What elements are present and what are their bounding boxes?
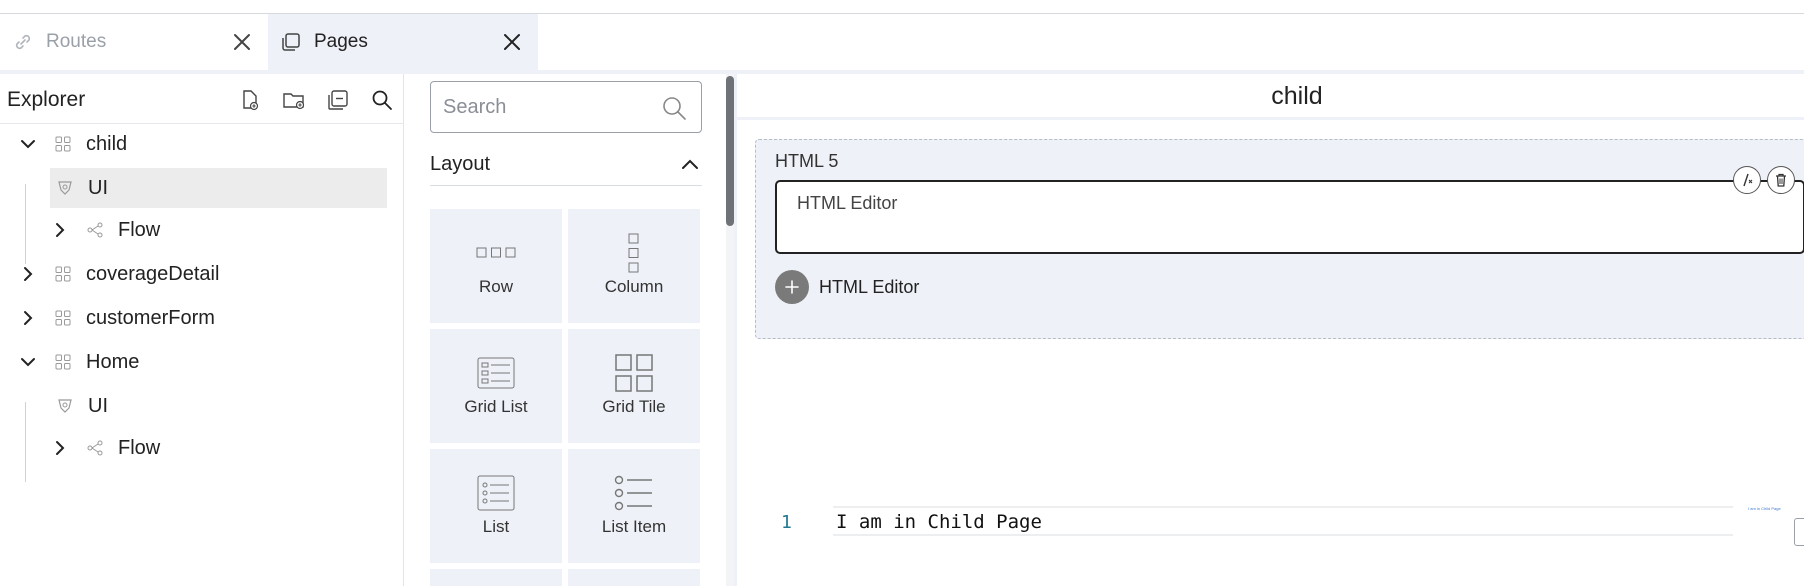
widget-tile-list-item[interactable]: List Item xyxy=(568,449,700,563)
widget-search-input[interactable] xyxy=(443,95,643,119)
list-item-icon xyxy=(614,471,654,515)
tree-item-label: UI xyxy=(88,394,108,417)
chevron-right-icon[interactable] xyxy=(48,436,72,460)
search-icon[interactable] xyxy=(360,86,404,114)
add-html-editor-label: HTML Editor xyxy=(819,276,920,297)
chevron-right-icon[interactable] xyxy=(48,218,72,242)
collapse-all-icon[interactable] xyxy=(316,86,360,114)
tree-item-label: coverageDetail xyxy=(86,262,220,285)
tab-pages-label: Pages xyxy=(314,31,368,52)
html-editor-box[interactable]: HTML Editor xyxy=(775,180,1804,254)
tile-label: Grid Tile xyxy=(602,397,666,416)
widget-search-box xyxy=(430,81,702,133)
column-icon xyxy=(627,231,641,275)
tab-pages[interactable]: Pages xyxy=(268,14,538,70)
tree-item-label: Flow xyxy=(118,436,161,459)
component-label: HTML 5 xyxy=(775,151,839,171)
chevron-right-icon[interactable] xyxy=(16,262,40,286)
flow-icon xyxy=(86,221,104,239)
tree-item-child[interactable]: child xyxy=(16,124,386,164)
grid-tile-icon xyxy=(615,351,653,395)
page-grid-icon xyxy=(54,135,72,153)
canvas-header: child xyxy=(737,74,1804,120)
tree-guide xyxy=(25,402,26,482)
tile-label: Row xyxy=(478,277,513,296)
tree-item-label: child xyxy=(86,132,128,155)
explorer-panel: Explorer child UI Flow coverageDetail cu… xyxy=(0,74,404,586)
widget-tile-grid-tile[interactable]: Grid Tile xyxy=(568,329,700,443)
tab-bar: Routes Pages xyxy=(0,14,1804,70)
code-line[interactable]: I am in Child Page xyxy=(836,511,1042,533)
grid-list-icon xyxy=(477,351,515,395)
window-top-border xyxy=(0,0,1804,14)
edit-code-icon[interactable] xyxy=(1733,166,1761,194)
tree-item-child-flow[interactable]: Flow xyxy=(48,210,378,250)
explorer-header: Explorer xyxy=(0,74,404,124)
tree-item-home-flow[interactable]: Flow xyxy=(48,428,378,468)
widget-tile-column[interactable]: Column xyxy=(568,209,700,323)
tree-item-label: Home xyxy=(86,350,140,373)
explorer-toolbar xyxy=(228,86,404,114)
trash-icon[interactable] xyxy=(1767,166,1795,194)
palette-scrollbar-thumb[interactable] xyxy=(726,76,734,226)
tree-guide xyxy=(25,184,26,264)
plus-icon xyxy=(775,270,809,304)
pages-icon xyxy=(280,31,302,53)
tree-item-label: customerForm xyxy=(86,306,215,329)
page-grid-icon xyxy=(54,265,72,283)
widget-tile-partial[interactable] xyxy=(568,569,700,586)
row-icon xyxy=(476,231,516,275)
tree-item-coverage-detail[interactable]: coverageDetail xyxy=(16,254,386,294)
page-canvas: child HTML 5 HTML Editor HTML Editor 1 I… xyxy=(734,74,1804,586)
add-html-editor-button[interactable]: HTML Editor xyxy=(775,270,919,304)
ui-icon xyxy=(56,179,74,197)
page-grid-icon xyxy=(54,353,72,371)
new-folder-icon[interactable] xyxy=(272,86,316,114)
tree-item-home-ui[interactable]: UI xyxy=(50,386,380,426)
ui-icon xyxy=(56,397,74,415)
search-icon[interactable] xyxy=(661,95,687,121)
tree-item-customer-form[interactable]: customerForm xyxy=(16,298,386,338)
html5-component[interactable]: HTML 5 HTML Editor HTML Editor xyxy=(755,139,1804,339)
section-title: Layout xyxy=(430,153,491,175)
widget-tile-row[interactable]: Row xyxy=(430,209,562,323)
link-icon xyxy=(12,31,34,53)
expand-icon[interactable] xyxy=(1794,518,1804,546)
tile-label: List Item xyxy=(601,517,667,536)
widget-tile-partial[interactable] xyxy=(430,569,562,586)
code-minimap[interactable]: I am in Child Page xyxy=(1748,506,1781,511)
tile-label: List xyxy=(482,517,510,536)
tree-item-label: UI xyxy=(88,176,108,199)
tile-label: Grid List xyxy=(464,397,528,416)
page-title: child xyxy=(1271,82,1323,110)
tree-item-child-ui[interactable]: UI xyxy=(50,168,387,208)
list-icon xyxy=(477,471,515,515)
page-grid-icon xyxy=(54,309,72,327)
tree-item-home[interactable]: Home xyxy=(16,342,386,382)
close-icon[interactable] xyxy=(230,30,254,54)
chevron-up-icon[interactable] xyxy=(678,153,702,177)
widget-tile-grid-list[interactable]: Grid List xyxy=(430,329,562,443)
code-editor[interactable]: 1 I am in Child Page I am in Child Page xyxy=(737,504,1804,584)
explorer-title: Explorer xyxy=(7,88,86,111)
widget-tile-list[interactable]: List xyxy=(430,449,562,563)
chevron-down-icon[interactable] xyxy=(16,350,40,374)
close-icon[interactable] xyxy=(500,30,524,54)
chevron-right-icon[interactable] xyxy=(16,306,40,330)
new-file-icon[interactable] xyxy=(228,86,272,114)
line-number: 1 xyxy=(781,512,792,533)
flow-icon xyxy=(86,439,104,457)
tab-routes[interactable]: Routes xyxy=(0,14,268,70)
chevron-down-icon[interactable] xyxy=(16,132,40,156)
html-editor-text: HTML Editor xyxy=(797,193,898,213)
tab-routes-label: Routes xyxy=(46,31,107,52)
layout-section-header[interactable]: Layout xyxy=(430,144,702,186)
tile-label: Column xyxy=(604,277,664,296)
tree-item-label: Flow xyxy=(118,218,161,241)
widget-palette: Layout Row Column Grid List Grid Tile xyxy=(404,74,734,586)
